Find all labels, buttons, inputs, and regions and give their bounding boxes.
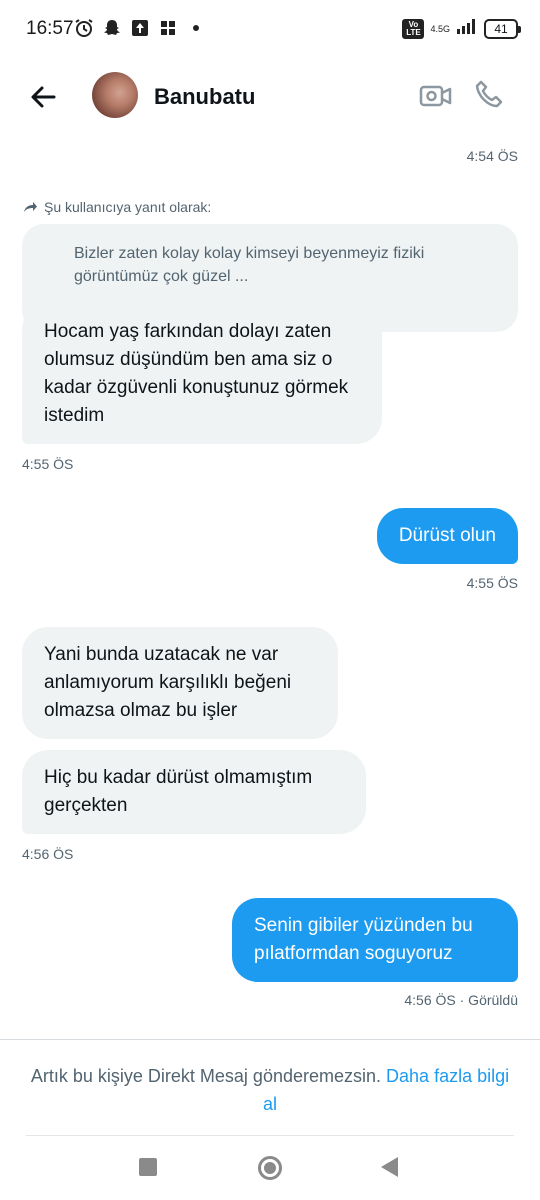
back-button[interactable] [26,80,60,114]
signal-icon [456,18,478,39]
arrow-left-icon [31,86,56,108]
message-bubble-outgoing[interactable]: Dürüst olun [376,508,518,564]
snapchat-icon [102,18,122,38]
video-call-button[interactable] [418,80,454,112]
avatar[interactable] [92,72,138,118]
system-nav-bar [0,1136,540,1200]
conversation-header: Banubatu [0,62,540,130]
message-bubble-incoming[interactable]: Yani bunda uzatacak ne var anlamıyorum k… [22,627,338,739]
reply-context-label: Şu kullanıcıya yanıt olarak: [22,199,211,215]
voice-call-button[interactable] [472,78,506,112]
contact-name[interactable]: Banubatu [154,84,255,110]
message-bubble-incoming[interactable]: Hiç bu kadar dürüst olmamıştım gerçekten [22,750,366,834]
system-back-button[interactable] [381,1157,398,1177]
upload-icon [130,18,150,38]
dm-blocked-notice: Artık bu kişiye Direkt Mesaj gönderemezs… [0,1062,540,1118]
video-icon [419,85,452,107]
network-label: 4.5G [430,23,450,34]
timestamp: 4:54 ÖS [466,148,518,164]
timestamp: 4:55 ÖS [466,575,518,591]
phone-icon [475,80,503,108]
dot-icon [186,18,206,38]
timestamp: 4:55 ÖS [22,456,74,472]
battery-indicator: 41 [484,18,521,39]
notice-text: Artık bu kişiye Direkt Mesaj gönderemezs… [30,1066,382,1086]
divider [0,1039,540,1040]
timestamp-read-receipt: 4:56 ÖS · Görüldü [404,992,518,1008]
home-button[interactable] [258,1156,282,1180]
grid-icon [158,18,178,38]
reply-label-text: Şu kullanıcıya yanıt olarak: [44,199,212,215]
timestamp: 4:56 ÖS [22,846,74,862]
reply-arrow-icon [24,202,37,212]
alarm-icon [74,18,94,38]
volte-badge: Vo LTE [402,18,425,39]
status-bar: 16:57 Vo LTE 4.5G 41 [0,0,540,62]
message-bubble-outgoing[interactable]: Senin gibiler yüzünden bu pılatformdan s… [232,898,518,982]
recent-apps-button[interactable] [139,1158,157,1176]
status-time: 16:57 [26,18,74,39]
message-bubble-incoming[interactable]: Hocam yaş farkından dolayı zaten olumsuz… [22,304,382,444]
